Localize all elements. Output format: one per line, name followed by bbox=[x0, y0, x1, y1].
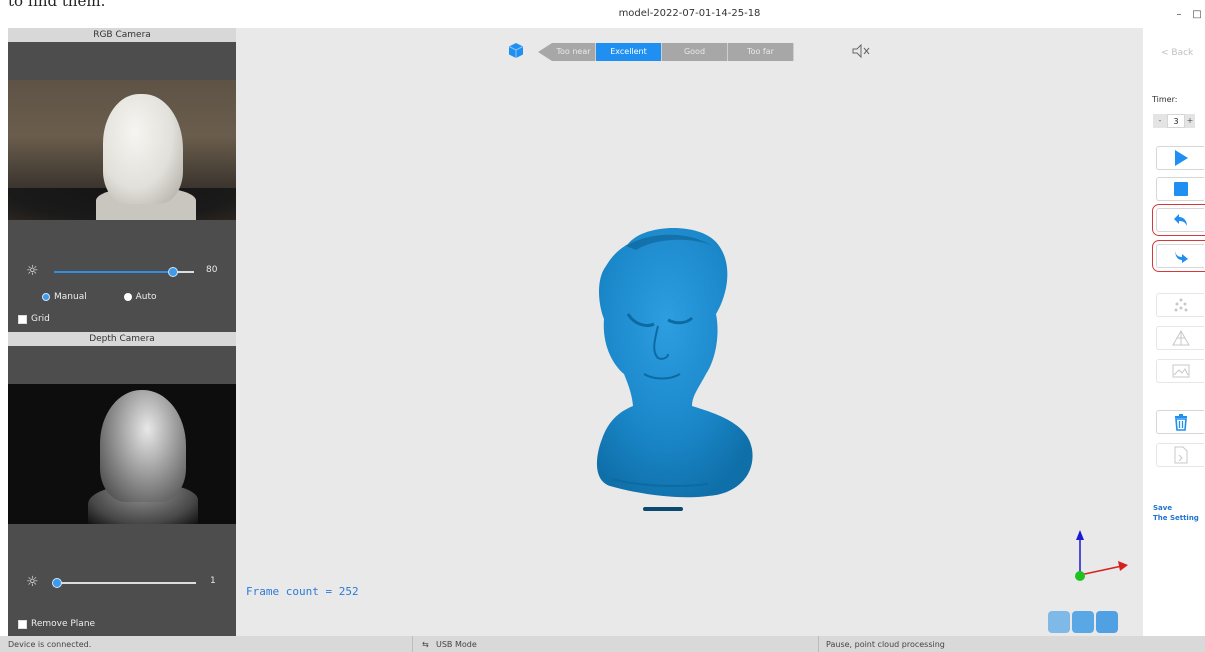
brightness-icon: ☼ bbox=[26, 263, 39, 279]
manual-label: Manual bbox=[54, 292, 87, 302]
depth-camera-preview bbox=[8, 384, 236, 524]
save-setting-label: The Setting bbox=[1153, 514, 1199, 522]
timer-decrement-button[interactable]: - bbox=[1153, 114, 1167, 128]
stop-scan-button[interactable] bbox=[1156, 177, 1204, 201]
stop-icon bbox=[1173, 182, 1188, 196]
rgb-brightness-value: 80 bbox=[206, 265, 218, 275]
undo-button[interactable] bbox=[1152, 204, 1205, 236]
distance-too-far: Too far bbox=[728, 43, 794, 61]
distance-too-near: Too near bbox=[552, 43, 596, 61]
mesh-button[interactable] bbox=[1156, 326, 1204, 350]
timer-label: Timer: bbox=[1152, 95, 1178, 104]
3d-viewport[interactable]: Too near Excellent Good Too far Frame co… bbox=[236, 28, 1143, 636]
monitor-icon[interactable] bbox=[1072, 611, 1094, 633]
status-divider bbox=[412, 636, 413, 652]
distance-arrow bbox=[538, 43, 552, 61]
file-export-icon bbox=[1174, 446, 1187, 464]
axis-gizmo-icon bbox=[1075, 530, 1128, 581]
minimize-button[interactable]: – bbox=[1170, 9, 1188, 20]
save-label: Save bbox=[1153, 504, 1173, 512]
auto-label: Auto bbox=[135, 292, 157, 302]
texture-icon bbox=[1172, 364, 1189, 378]
auto-radio[interactable]: Auto bbox=[123, 292, 157, 302]
view-toolbar bbox=[1048, 611, 1118, 635]
slider-track[interactable] bbox=[52, 578, 196, 588]
redo-button[interactable] bbox=[1152, 240, 1205, 272]
mesh-icon bbox=[1171, 330, 1190, 346]
point-cloud-icon bbox=[1174, 298, 1187, 312]
status-divider bbox=[818, 636, 819, 652]
distance-indicator: Too near Excellent Good Too far bbox=[538, 43, 794, 61]
timer-value[interactable]: 3 bbox=[1167, 114, 1185, 128]
remove-plane-label: Remove Plane bbox=[31, 619, 96, 629]
trash-icon bbox=[1174, 414, 1187, 431]
lock-icon[interactable] bbox=[1048, 611, 1070, 633]
processing-status: Pause, point cloud processing bbox=[826, 640, 945, 649]
distance-good: Good bbox=[662, 43, 728, 61]
checkbox-box[interactable] bbox=[18, 314, 27, 324]
play-icon bbox=[1174, 150, 1188, 166]
redo-icon bbox=[1174, 249, 1188, 263]
distance-excellent: Excellent bbox=[596, 43, 662, 61]
save-settings-link[interactable]: Save The Setting bbox=[1153, 503, 1199, 523]
camera-panel: RGB Camera ☼ 80 Manual Auto Grid Depth C… bbox=[8, 28, 236, 636]
status-bar: Device is connected. ⇆ USB Mode Pause, p… bbox=[0, 636, 1205, 652]
timer-increment-button[interactable]: + bbox=[1185, 114, 1195, 128]
grid-checkbox[interactable]: Grid bbox=[18, 314, 50, 324]
cube-icon[interactable] bbox=[508, 42, 524, 59]
texture-button[interactable] bbox=[1156, 359, 1204, 383]
radio-dot bbox=[123, 293, 132, 301]
rgb-camera-header: RGB Camera bbox=[8, 28, 236, 42]
context-snippet: to find them. bbox=[8, 0, 106, 10]
slider-knob[interactable] bbox=[168, 267, 178, 277]
delete-button[interactable] bbox=[1156, 410, 1204, 434]
depth-brightness-slider[interactable]: ☼ 1 bbox=[8, 573, 236, 593]
export-button[interactable] bbox=[1156, 443, 1204, 467]
slider-fill bbox=[54, 271, 173, 273]
device-status: Device is connected. bbox=[8, 640, 92, 649]
exposure-mode-group: Manual Auto bbox=[42, 292, 191, 306]
timer-stepper[interactable]: - 3 + bbox=[1153, 114, 1195, 128]
back-button[interactable]: < Back bbox=[1161, 48, 1193, 58]
grid-label: Grid bbox=[31, 314, 50, 324]
window-title: model-2022-07-01-14-25-18 bbox=[618, 8, 761, 19]
rgb-camera-preview bbox=[8, 80, 236, 220]
point-cloud-button[interactable] bbox=[1156, 293, 1204, 317]
brightness-icon: ☼ bbox=[26, 574, 39, 590]
slider-track[interactable] bbox=[54, 267, 194, 277]
slider-knob[interactable] bbox=[52, 578, 62, 588]
depth-camera-header: Depth Camera bbox=[8, 332, 236, 346]
undo-icon bbox=[1173, 214, 1187, 226]
rgb-brightness-slider[interactable]: ☼ 80 bbox=[8, 262, 236, 282]
scanned-model[interactable] bbox=[588, 224, 758, 514]
window-controls: – □ bbox=[1170, 9, 1205, 25]
mute-icon[interactable] bbox=[851, 43, 871, 59]
app-window: to find them. model-2022-07-01-14-25-18 … bbox=[0, 0, 1205, 652]
depth-brightness-value: 1 bbox=[210, 576, 216, 586]
control-panel: < Back Timer: - 3 + Save The Setting bbox=[1143, 28, 1205, 636]
usb-icon: ⇆ bbox=[422, 640, 429, 649]
start-scan-button[interactable] bbox=[1156, 146, 1204, 170]
manual-radio[interactable]: Manual bbox=[42, 292, 87, 302]
radio-dot bbox=[42, 293, 50, 301]
maximize-button[interactable]: □ bbox=[1188, 9, 1205, 20]
home-icon[interactable] bbox=[1096, 611, 1118, 633]
remove-plane-checkbox[interactable]: Remove Plane bbox=[18, 619, 95, 629]
checkbox-box[interactable] bbox=[18, 619, 27, 629]
connection-mode: USB Mode bbox=[436, 640, 477, 649]
frame-count: Frame count = 252 bbox=[246, 585, 359, 598]
